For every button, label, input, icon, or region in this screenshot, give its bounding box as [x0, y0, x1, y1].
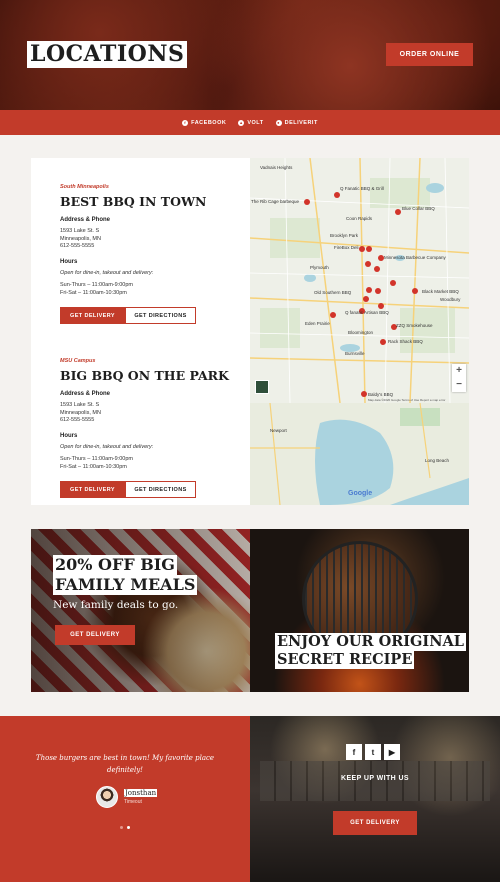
- address-heading: Address & Phone: [60, 217, 111, 223]
- secret-title-line: SECRET RECIPE: [275, 651, 415, 669]
- get-delivery-button[interactable]: GET DELIVERY: [60, 307, 125, 324]
- map-label: Vadnais Heights: [260, 165, 293, 170]
- location-name: BEST BBQ IN TOWN: [60, 194, 207, 209]
- testimonial-quote: Those burgers are best in town! My favor…: [35, 754, 215, 774]
- map-label: Blue Collar BBQ: [402, 206, 435, 211]
- get-directions-button[interactable]: GET DIRECTIONS: [125, 307, 196, 324]
- social-section: f t ▶ KEEP UP WITH US GET DELIVERY: [250, 716, 500, 882]
- google-logo: Google: [348, 490, 373, 497]
- facebook-link-label: FACEBOOK: [191, 119, 227, 126]
- delivery-bar: f FACEBOOK ▲ VOLT ● DELIVERIT: [0, 110, 500, 135]
- locations-card: South Minneapolis BEST BBQ IN TOWN Addre…: [31, 158, 250, 505]
- hours-note: Open for dine-in, takeout and delivery:: [60, 269, 154, 276]
- map-label: Rack Shack BBQ: [388, 339, 423, 344]
- get-directions-button[interactable]: GET DIRECTIONS: [125, 481, 196, 498]
- hours-note: Open for dine-in, takeout and delivery:: [60, 443, 154, 450]
- carousel-dots: [120, 826, 130, 829]
- secret-title-line: ENJOY OUR ORIGINAL: [275, 633, 466, 651]
- map-label: Black Market BBQ: [422, 289, 459, 294]
- hero-banner: LOCATIONS ORDER ONLINE: [0, 0, 500, 110]
- avatar: [96, 786, 118, 808]
- youtube-icon[interactable]: ▶: [384, 744, 400, 760]
- social-heading: KEEP UP WITH US: [341, 775, 409, 782]
- address-line: Minneapolis, MN: [60, 235, 101, 242]
- promo-title: 20% OFF BIG FAMILY MEALS: [53, 555, 198, 595]
- map-label: Q fanatic Artisan BBQ: [345, 310, 389, 315]
- facebook-icon: f: [182, 119, 189, 126]
- map-label: Coon Rapids: [346, 216, 373, 221]
- facebook-icon[interactable]: f: [346, 744, 362, 760]
- family-meals-promo: 20% OFF BIG FAMILY MEALS New family deal…: [31, 529, 250, 692]
- map-label: ZZQ Smokehouse: [396, 323, 433, 328]
- address-text: 1593 Lake St. S Minneapolis, MN 612-555-…: [60, 228, 230, 251]
- facebook-link[interactable]: f FACEBOOK: [182, 119, 227, 126]
- carousel-dot[interactable]: [120, 826, 123, 829]
- address-heading: Address & Phone: [60, 391, 111, 397]
- hours-line: Sun-Thurs – 11:00am-9:00pm: [60, 282, 133, 288]
- map-label: FireBox Deli: [334, 245, 359, 250]
- volt-link-label: VOLT: [247, 119, 264, 126]
- deliverit-icon: ●: [275, 119, 282, 126]
- map-type-toggle[interactable]: [255, 380, 269, 394]
- deliverit-link-label: DELIVERIT: [284, 119, 318, 126]
- address-line: 1593 Lake St. S: [60, 402, 100, 408]
- map-label: Old Southern BBQ: [314, 290, 352, 295]
- volt-link[interactable]: ▲ VOLT: [238, 119, 264, 126]
- page-title: LOCATIONS: [27, 41, 188, 68]
- author-name: Jonsthan: [124, 789, 158, 797]
- address-line: Minneapolis, MN: [60, 409, 101, 416]
- map-label: Bloomington: [348, 330, 374, 335]
- promo-title-line: 20% OFF BIG: [53, 555, 177, 575]
- location-area: South Minneapolis: [60, 184, 109, 190]
- map-label: The Rib Cage barbeque: [251, 199, 300, 204]
- deliverit-link[interactable]: ● DELIVERIT: [275, 119, 318, 126]
- hours-text: Sun-Thurs – 11:00am-9:00pm Fri-Sat – 11:…: [60, 282, 230, 297]
- locations-map[interactable]: Vadnais Heights Q Fanatic BBQ & Grill Th…: [250, 158, 469, 505]
- testimonial-author: Jonsthan Timeout: [96, 786, 158, 808]
- map-label: Burnsville: [345, 351, 365, 356]
- promo-title-line: FAMILY MEALS: [53, 575, 198, 595]
- zoom-in-button[interactable]: +: [452, 364, 466, 378]
- map-label: Eden Prairie: [305, 321, 330, 326]
- testimonial-section: Those burgers are best in town! My favor…: [0, 716, 250, 882]
- hours-text: Sun-Thurs – 11:00am-9:00pm Fri-Sat – 11:…: [60, 456, 230, 471]
- address-line: 1593 Lake St. S: [60, 228, 100, 234]
- carousel-dot-active[interactable]: [127, 826, 130, 829]
- hours-line: Fri-Sat – 11:00am-10:30pm: [60, 463, 127, 470]
- twitter-icon[interactable]: t: [365, 744, 381, 760]
- map-label: Woodbury: [440, 297, 461, 302]
- map-label: Q Fanatic BBQ & Grill: [340, 186, 384, 191]
- hours-line: Fri-Sat – 11:00am-10:30pm: [60, 289, 127, 296]
- phone-number: 612-555-5555: [60, 243, 95, 249]
- map-terms[interactable]: Map data ©2020 Google Terms of Use Repor…: [368, 398, 445, 402]
- hours-heading: Hours: [60, 258, 78, 265]
- address-text: 1593 Lake St. S Minneapolis, MN 612-555-…: [60, 402, 230, 425]
- map-label: Newport: [270, 428, 287, 433]
- get-delivery-button[interactable]: GET DELIVERY: [60, 481, 125, 498]
- location-block-1: South Minneapolis BEST BBQ IN TOWN Addre…: [60, 184, 230, 324]
- social-delivery-button[interactable]: GET DELIVERY: [333, 811, 417, 835]
- hours-heading: Hours: [60, 432, 78, 439]
- promo-subtitle: New family deals to go.: [53, 599, 179, 611]
- map-label: Long Beach: [425, 458, 450, 463]
- author-source: Timeout: [124, 799, 142, 805]
- social-icons: f t ▶: [346, 744, 400, 760]
- map-label: Plymouth: [310, 265, 329, 270]
- secret-recipe-title: ENJOY OUR ORIGINAL SECRET RECIPE: [275, 633, 466, 669]
- location-block-2: MSU Campus BIG BBQ ON THE PARK Address &…: [60, 358, 230, 498]
- secret-recipe-promo: ENJOY OUR ORIGINAL SECRET RECIPE: [250, 529, 469, 692]
- map-zoom-control: + −: [452, 364, 466, 392]
- hours-line: Sun-Thurs – 11:00am-9:00pm: [60, 456, 133, 462]
- location-name: BIG BBQ ON THE PARK: [60, 368, 229, 383]
- order-online-button[interactable]: ORDER ONLINE: [386, 43, 473, 66]
- promo-delivery-button[interactable]: GET DELIVERY: [55, 625, 135, 645]
- map-label: Brooklyn Park: [330, 233, 359, 238]
- map-label: Minnesota Barbecue Company: [384, 255, 446, 260]
- phone-number: 612-555-5555: [60, 417, 95, 423]
- map-label: Baldy's BBQ: [368, 392, 394, 397]
- location-area: MSU Campus: [60, 358, 96, 364]
- volt-icon: ▲: [238, 119, 245, 126]
- zoom-out-button[interactable]: −: [452, 378, 466, 392]
